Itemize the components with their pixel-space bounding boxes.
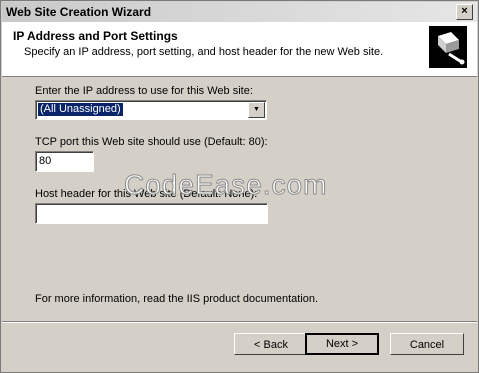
- page-subtitle: Specify an IP address, port setting, and…: [24, 46, 384, 58]
- wizard-dialog: Web Site Creation Wizard × IP Address an…: [0, 0, 479, 373]
- tcp-port-input[interactable]: 80: [35, 151, 94, 172]
- ip-address-label: Enter the IP address to use for this Web…: [35, 85, 253, 97]
- host-header-input[interactable]: [35, 203, 268, 224]
- title-bar: Web Site Creation Wizard ×: [2, 2, 477, 22]
- watermark: CodeEase.com: [123, 169, 328, 201]
- back-button[interactable]: < Back: [234, 333, 308, 355]
- page-title: IP Address and Port Settings: [13, 29, 178, 43]
- close-icon[interactable]: ×: [456, 4, 473, 20]
- wizard-header: IP Address and Port Settings Specify an …: [2, 22, 477, 77]
- tcp-port-label: TCP port this Web site should use (Defau…: [35, 136, 268, 148]
- window-title: Web Site Creation Wizard: [6, 5, 152, 19]
- info-text: For more information, read the IIS produ…: [35, 293, 319, 305]
- divider: [2, 321, 477, 323]
- cancel-button[interactable]: Cancel: [390, 333, 464, 355]
- chevron-down-icon[interactable]: ▼: [248, 102, 265, 118]
- next-button[interactable]: Next >: [305, 333, 379, 355]
- ip-address-dropdown[interactable]: (All Unassigned) ▼: [35, 100, 267, 120]
- wizard-book-icon: [429, 26, 467, 68]
- ip-address-selected-value: (All Unassigned): [37, 102, 124, 117]
